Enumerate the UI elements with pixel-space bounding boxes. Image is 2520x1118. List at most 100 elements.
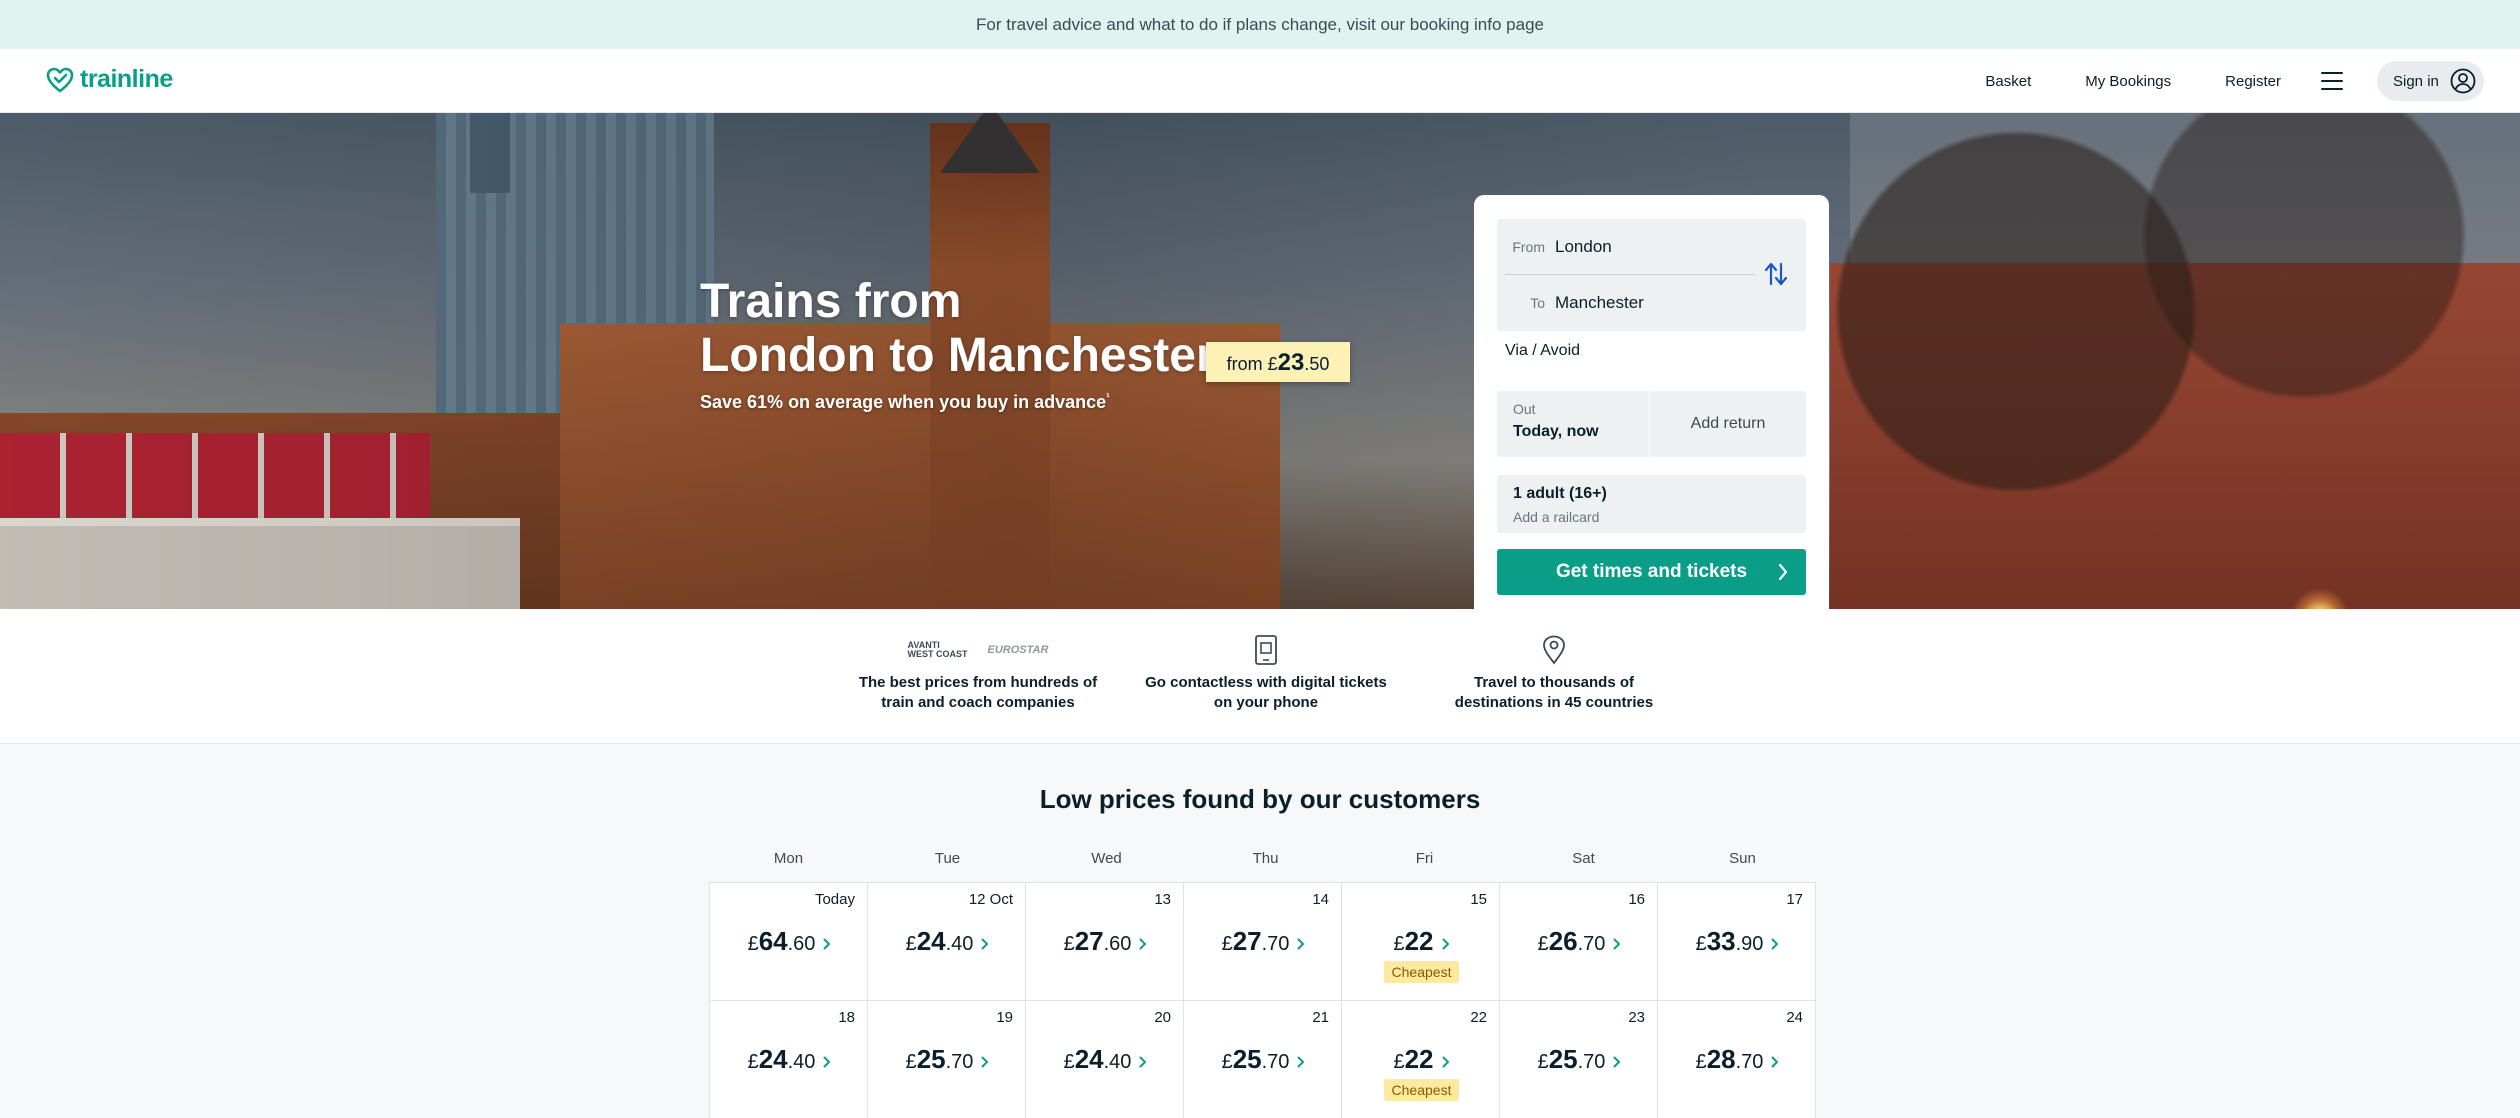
header-nav: Basket My Bookings Register Sign in [1985,49,2520,113]
cell-price: £64.60 [710,926,869,957]
out-label: Out [1513,401,1536,417]
via-avoid-link[interactable]: Via / Avoid [1497,341,1806,381]
info-banner[interactable]: For travel advice and what to do if plan… [0,0,2520,49]
eurostar-logo: EUROSTAR [987,644,1049,656]
chevron-right-icon [823,938,831,950]
weekday-header: Mon Tue Wed Thu Fri Sat Sun [709,850,1823,882]
chevron-right-icon [1613,1056,1621,1068]
nav-basket[interactable]: Basket [1985,73,2031,90]
site-header: trainline Basket My Bookings Register Si… [0,49,2520,113]
weekday-fri: Fri [1415,850,1434,867]
price-cell[interactable]: 12 Oct £24.40 [867,882,1026,1001]
sign-in-label: Sign in [2393,72,2439,90]
sign-in-button[interactable]: Sign in [2377,61,2484,101]
price-tag: from £23.50 [1206,342,1350,382]
price-cell[interactable]: 13 £27.60 [1025,882,1184,1001]
get-tickets-button[interactable]: Get times and tickets [1497,549,1806,595]
trainline-logo[interactable]: trainline [46,65,173,94]
price-cell[interactable]: 18 £24.40 [709,1000,868,1118]
cheapest-badge: Cheapest [1384,961,1459,983]
cell-date: 12 Oct [968,891,1013,908]
weekday-mon: Mon [773,850,804,867]
price-cell[interactable]: 15 £22 Cheapest [1341,882,1500,1001]
banner-text[interactable]: For travel advice and what to do if plan… [976,15,1544,35]
feature-contactless: Go contactless with digital tickets on y… [1141,635,1391,713]
cell-price: £33.90 [1658,926,1817,957]
chevron-right-icon [1613,938,1621,950]
weekday-thu: Thu [1252,850,1279,867]
from-field[interactable]: From London [1505,219,1755,275]
price-cell[interactable]: 23 £25.70 [1499,1000,1658,1118]
cell-price: £28.70 [1658,1044,1817,1075]
user-icon [2450,68,2476,94]
calendar-week: Today £64.60 12 Oct £24.40 13 £27.60 14 £27.70 1… [709,882,1823,1001]
cell-price: £24.40 [1026,1044,1185,1075]
location-pin-icon [1543,635,1565,665]
chevron-right-icon [1297,1056,1305,1068]
price-cell[interactable]: Today £64.60 [709,882,868,1001]
search-card: From London To Manchester Via / Avoid Ou… [1474,195,1829,611]
cell-date: 24 [1786,1009,1803,1026]
price-cell[interactable]: 19 £25.70 [867,1000,1026,1118]
passengers-value: 1 adult (16+) [1513,485,1607,502]
weekday-wed: Wed [1091,850,1122,867]
out-date-field[interactable]: Out Today, now [1497,391,1650,457]
cell-date: 19 [996,1009,1013,1026]
chevron-right-icon [1442,1056,1449,1068]
feature-destinations: Travel to thousands of destinations in 4… [1429,635,1679,713]
cell-date: 13 [1154,891,1171,908]
from-to-box: From London To Manchester [1497,219,1806,331]
prices-title: Low prices found by our customers [1039,784,1481,814]
price-cell[interactable]: 17 £33.90 [1657,882,1816,1001]
hero-title: Trains from London to Manchester [700,275,1215,382]
cell-date: 22 [1470,1009,1487,1026]
cell-date: Today [814,891,855,908]
cell-date: 14 [1312,891,1329,908]
chevron-right-icon [981,1056,989,1068]
chevron-right-icon [1139,1056,1147,1068]
chevron-right-icon [981,938,989,950]
weekday-sun: Sun [1729,850,1756,867]
cell-price: £27.60 [1026,926,1185,957]
passengers-field[interactable]: 1 adult (16+) Add a railcard [1497,475,1806,533]
get-tickets-label: Get times and tickets [1555,561,1748,582]
cell-date: 18 [838,1009,855,1026]
menu-icon[interactable] [2321,72,2343,90]
cell-price: £22 [1342,926,1501,957]
chevron-right-icon [823,1056,831,1068]
cell-price: £22 [1342,1044,1501,1075]
cell-date: 15 [1470,891,1487,908]
cell-date: 23 [1628,1009,1645,1026]
price-cell[interactable]: 20 £24.40 [1025,1000,1184,1118]
to-value[interactable]: Manchester [1555,293,1644,313]
weekday-tue: Tue [934,850,961,867]
cell-date: 17 [1786,891,1803,908]
nav-register[interactable]: Register [2225,73,2281,90]
cell-price: £27.70 [1184,926,1343,957]
price-cell[interactable]: 22 £22 Cheapest [1341,1000,1500,1118]
hero-subtitle: Save 61% on average when you buy in adva… [700,392,1110,412]
chevron-right-icon [1297,938,1305,950]
cell-price: £25.70 [1500,1044,1659,1075]
chevron-right-icon [1778,563,1788,581]
to-field[interactable]: To Manchester [1505,275,1755,331]
chevron-right-icon [1442,938,1449,950]
price-cell[interactable]: 16 £26.70 [1499,882,1658,1001]
add-return-button[interactable]: Add return [1650,391,1806,457]
calendar-week: 18 £24.40 19 £25.70 20 £24.40 21 £25.70 22 £22 Che… [709,1000,1823,1118]
from-value[interactable]: London [1555,237,1612,257]
avanti-logo: AVANTI WEST COAST [907,640,968,659]
price-cell[interactable]: 21 £25.70 [1183,1000,1342,1118]
chevron-right-icon [1771,1056,1779,1068]
cell-date: 21 [1312,1009,1329,1026]
railcard-link[interactable]: Add a railcard [1513,509,1790,525]
price-cell[interactable]: 24 £28.70 [1657,1000,1816,1118]
nav-my-bookings[interactable]: My Bookings [2085,73,2171,90]
weekday-sat: Sat [1572,850,1595,867]
cell-price: £25.70 [1184,1044,1343,1075]
swap-icon[interactable] [1764,261,1788,287]
price-cell[interactable]: 14 £27.70 [1183,882,1342,1001]
to-label: To [1530,295,1545,311]
cheapest-badge: Cheapest [1384,1079,1459,1101]
cell-price: £24.40 [710,1044,869,1075]
